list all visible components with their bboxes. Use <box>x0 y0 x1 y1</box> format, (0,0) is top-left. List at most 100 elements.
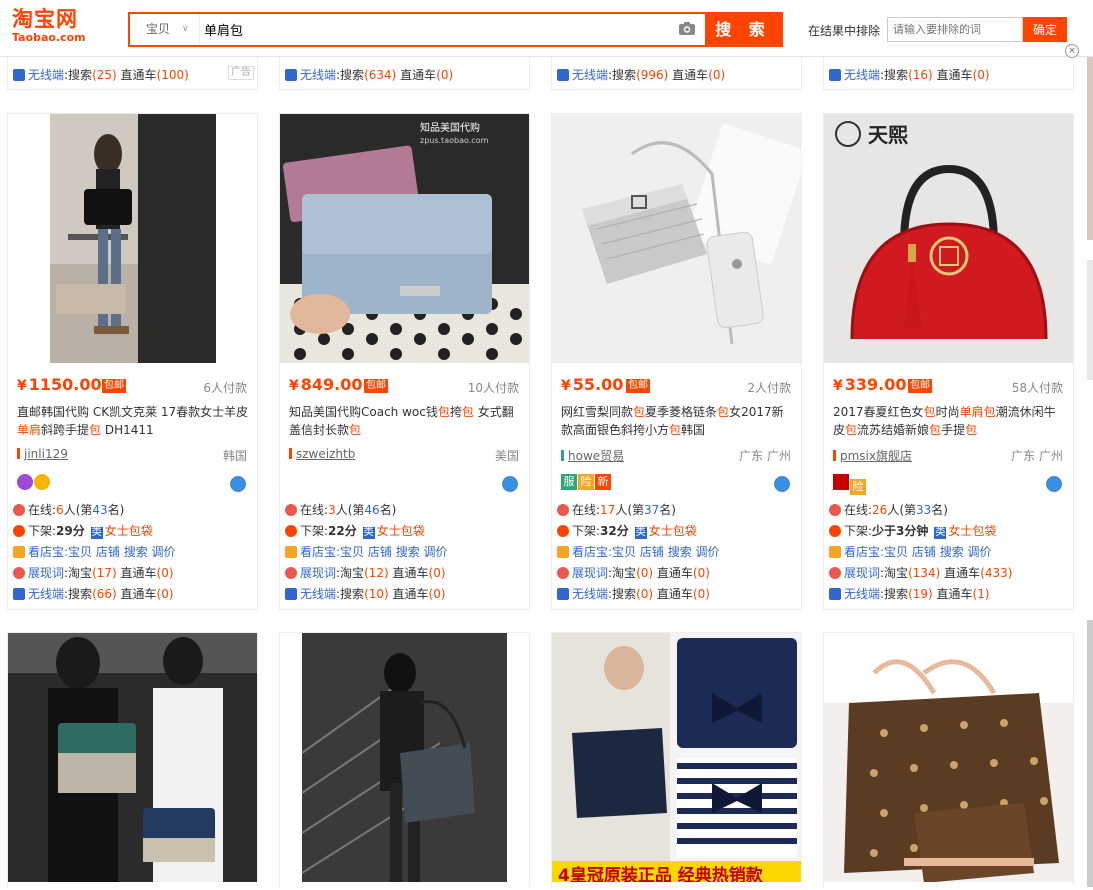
mobile-row: 无线端:搜索(19) 直通车(1) <box>829 585 990 603</box>
mobile-icon <box>557 69 569 81</box>
ztc-label: 直通车 <box>672 68 709 82</box>
prev-mobile-row: 无线端:搜索(996) 直通车(0) <box>557 66 725 83</box>
product-image[interactable]: 知品美国代购 zpus.taobao.com <box>280 114 529 363</box>
mobile-icon <box>13 69 25 81</box>
price: ¥849.00 <box>289 375 363 394</box>
watermark-subtext: zpus.taobao.com <box>420 136 489 145</box>
user-icon <box>557 504 569 516</box>
taobao-logo[interactable]: 淘宝网 Taobao.com <box>12 7 122 44</box>
category-link[interactable]: 女士包袋 <box>105 524 153 538</box>
mobile-row: 无线端:搜索(66) 直通车(0) <box>13 585 174 603</box>
clock-icon <box>285 525 297 537</box>
insurance-badge[interactable]: 险 <box>850 479 866 495</box>
ztc-count: (0) <box>972 68 990 82</box>
product-image[interactable] <box>824 633 1073 882</box>
shop-link[interactable]: szweizhtb <box>289 447 355 461</box>
banner-text: 4皇冠原装正品 经典热销款 <box>558 865 764 882</box>
category-link[interactable]: 女士包袋 <box>649 524 697 538</box>
impression-row: 展现词:淘宝(12) 直通车(0) <box>285 564 446 582</box>
mobile-row: 无线端:搜索(10) 直通车(0) <box>285 585 446 603</box>
badges: 险 <box>833 474 867 495</box>
ztc-label: 直通车 <box>936 68 973 82</box>
close-icon[interactable]: × <box>1065 44 1079 58</box>
product-image[interactable] <box>8 633 257 882</box>
wangwang-chat-icon[interactable] <box>502 476 518 492</box>
wangwang-chat-icon[interactable] <box>230 476 246 492</box>
mobile-search: :搜索 <box>880 68 909 82</box>
online-row: 在线:3人(第46名) <box>285 501 396 519</box>
location: 广东 广州 <box>739 449 791 463</box>
category-tag: 类 <box>634 527 647 539</box>
search-input[interactable] <box>204 14 674 45</box>
product-card-next <box>823 632 1074 887</box>
kandian-row[interactable]: 看店宝:宝贝 店铺 搜索 调价 <box>285 543 448 561</box>
wangwang-chat-icon[interactable] <box>774 476 790 492</box>
category-tag: 类 <box>90 527 103 539</box>
mobile-icon <box>557 588 569 600</box>
product-card-next: 4皇冠原装正品 经典热销款 <box>551 632 802 887</box>
mobile-icon <box>829 588 841 600</box>
search-count: (634) <box>364 68 397 82</box>
location: 韩国 <box>222 449 247 463</box>
mobile-search: :搜索 <box>64 68 93 82</box>
crown-icon[interactable] <box>34 474 50 490</box>
service-badge[interactable]: 服 <box>561 474 577 490</box>
search-button[interactable]: 搜 索 <box>705 14 781 45</box>
product-title[interactable]: 网红雪梨同款包夏季菱格链条包女2017新款高面银色斜挎小方包韩国 <box>561 403 793 439</box>
mobile-icon <box>13 588 25 600</box>
insurance-badge[interactable]: 险 <box>578 474 594 490</box>
new-badge[interactable]: 新 <box>595 474 611 490</box>
search-scope-select[interactable]: 宝贝 ∨ <box>130 14 200 45</box>
mobile-label[interactable]: 无线端 <box>572 68 608 82</box>
shop-icon <box>833 450 836 461</box>
product-image[interactable] <box>280 633 529 882</box>
impression-row: 展现词:淘宝(17) 直通车(0) <box>13 564 174 582</box>
person-icon <box>829 567 841 579</box>
mobile-label[interactable]: 无线端 <box>300 68 336 82</box>
product-title[interactable]: 直邮韩国代购 CK凯文克莱 17春款女士羊皮单肩斜跨手提包 DH1411 <box>17 403 249 439</box>
delist-row: 下架:少于3分钟类女士包袋 <box>829 522 996 540</box>
paid-count: 2人付款 <box>747 381 791 395</box>
mobile-label[interactable]: 无线端 <box>28 68 64 82</box>
clock-icon <box>13 525 25 537</box>
product-image[interactable]: 4皇冠原装正品 经典热销款 <box>552 633 801 882</box>
user-icon <box>13 504 25 516</box>
logo-en: Taobao.com <box>12 31 86 44</box>
camera-icon[interactable] <box>678 21 696 36</box>
ztc-count: (100) <box>156 68 189 82</box>
shop-icon <box>17 448 20 459</box>
product-image[interactable]: 天煕 <box>824 114 1073 363</box>
category-link[interactable]: 女士包袋 <box>377 524 425 538</box>
mobile-label[interactable]: 无线端 <box>844 68 880 82</box>
exclude-confirm-button[interactable]: 确定 <box>1023 17 1067 42</box>
kandian-row[interactable]: 看店宝:宝贝 店铺 搜索 调价 <box>557 543 720 561</box>
category-link[interactable]: 女士包袋 <box>948 524 996 538</box>
mobile-search: :搜索 <box>608 68 637 82</box>
mail-icon <box>13 546 25 558</box>
delist-row: 下架:32分类女士包袋 <box>557 522 697 540</box>
search-count: (16) <box>908 68 933 82</box>
tmall-icon[interactable] <box>833 474 849 490</box>
product-title[interactable]: 知品美国代购Coach woc钱包挎包 女式翻盖信封长款包 <box>289 403 521 439</box>
shop-link[interactable]: howe贸易 <box>561 447 624 464</box>
paid-count: 6人付款 <box>203 381 247 395</box>
product-image[interactable] <box>552 114 801 363</box>
search-scope-label: 宝贝 <box>146 22 171 36</box>
product-image[interactable] <box>8 114 257 363</box>
shop-link[interactable]: jinli129 <box>17 447 68 461</box>
wangwang-chat-icon[interactable] <box>1046 476 1062 492</box>
kandian-row[interactable]: 看店宝:宝贝 店铺 搜索 调价 <box>829 543 992 561</box>
product-card: 知品美国代购 zpus.taobao.com ¥849.00 包邮 10人付款 … <box>279 113 530 610</box>
location: 广东 广州 <box>1011 449 1063 463</box>
ztc-count: (0) <box>708 68 726 82</box>
chevron-down-icon: ∨ <box>182 24 189 34</box>
kandian-row[interactable]: 看店宝:宝贝 店铺 搜索 调价 <box>13 543 176 561</box>
next-column-edge <box>1087 0 1093 887</box>
shop-link[interactable]: pmsix旗舰店 <box>833 447 912 464</box>
member-icon[interactable] <box>17 474 33 490</box>
ztc-count: (0) <box>436 68 454 82</box>
product-title[interactable]: 2017春夏红色女包时尚单肩包潮流休闲牛皮包流苏结婚新娘包手提包 <box>833 403 1065 439</box>
exclude-input[interactable] <box>887 17 1023 42</box>
ztc-label: 直通车 <box>400 68 437 82</box>
person-icon <box>13 567 25 579</box>
